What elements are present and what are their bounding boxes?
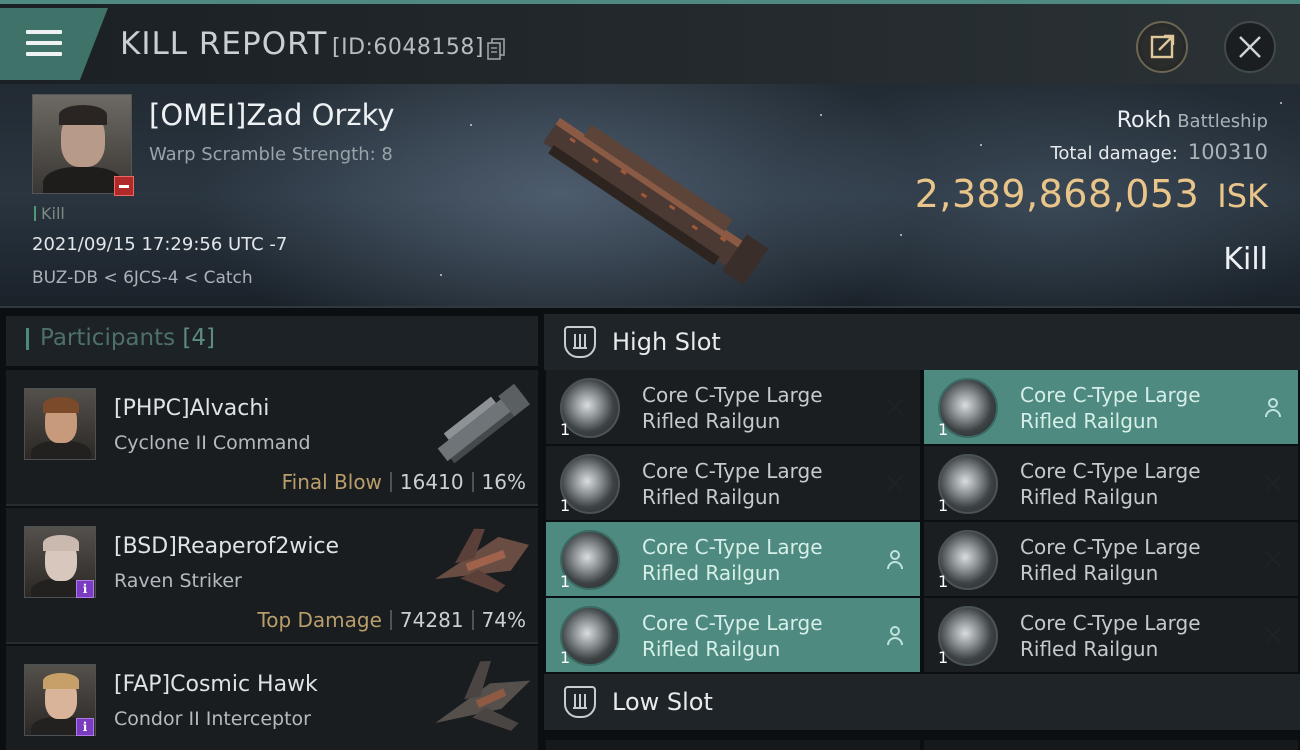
total-damage: Total damage: 100310: [1050, 140, 1268, 164]
participant-ship: Cyclone II Command: [114, 432, 311, 454]
destroyed-x-icon: [884, 396, 906, 418]
module-quantity: 1: [560, 648, 571, 667]
module-name: Core C-Type Large Rifled Railgun: [1020, 383, 1201, 433]
module-quantity: 1: [560, 496, 571, 515]
participant-ship: Raven Striker: [114, 570, 242, 592]
destroyed-x-icon: [1262, 472, 1284, 494]
module-name: Core C-Type Large Rifled Railgun: [642, 611, 823, 661]
participant-ship-image: [435, 661, 531, 731]
share-icon: [1150, 34, 1175, 59]
participant-row[interactable]: i [BSD]Reaperof2wice Raven Striker Top D…: [6, 508, 538, 644]
ship-name: Rokh: [1116, 108, 1172, 133]
copy-icon[interactable]: [487, 38, 505, 60]
participants-count: [4]: [182, 325, 216, 351]
close-button[interactable]: [1224, 21, 1276, 73]
ship-class: Battleship: [1177, 111, 1268, 132]
participants-header[interactable]: Participants [4]: [6, 316, 538, 366]
kill-location[interactable]: BUZ-DB < 6JCS-4 < Catch: [32, 268, 253, 288]
participant-damage: 16410: [399, 470, 464, 494]
info-badge-icon: i: [76, 718, 94, 736]
isk-value: 2,389,868,053 ISK: [914, 172, 1268, 216]
victim-ship[interactable]: Rokh Battleship: [1117, 108, 1268, 133]
high-slot-module[interactable]: 1 Core C-Type Large Rifled Railgun: [924, 522, 1298, 596]
info-badge-icon: i: [76, 580, 94, 598]
title-bar: KILL REPORT [ID:6048158]: [0, 0, 1300, 84]
module-name: Core C-Type Large Rifled Railgun: [642, 459, 823, 509]
kill-tag: Kill: [34, 204, 65, 223]
high-slot-module[interactable]: 1 Core C-Type Large Rifled Railgun: [924, 370, 1298, 444]
low-slot-header: Low Slot: [544, 674, 1300, 730]
participant-ship-image: [435, 528, 529, 593]
page-title: KILL REPORT: [120, 26, 328, 62]
module-quantity: 1: [560, 572, 571, 591]
destroyed-x-icon: [884, 472, 906, 494]
module-quantity: 1: [938, 496, 949, 515]
participants-title: Participants: [40, 325, 176, 351]
module-name: Core C-Type Large Rifled Railgun: [642, 383, 823, 433]
module-name: Core C-Type Large Rifled Railgun: [1020, 535, 1201, 585]
module-name: Core C-Type Large Rifled Railgun: [1020, 611, 1201, 661]
high-slot-module[interactable]: 1 Core C-Type Large Rifled Railgun: [546, 446, 920, 520]
participant-row[interactable]: i [FAP]Cosmic Hawk Condor II Interceptor: [6, 646, 538, 750]
participant-name: [FAP]Cosmic Hawk: [114, 672, 318, 697]
report-id: [ID:6048158]: [332, 35, 484, 60]
corp-badge-icon: [114, 176, 134, 196]
destroyed-x-icon: [1262, 548, 1284, 570]
participant-name: [PHPC]Alvachi: [114, 396, 270, 421]
high-slot-module[interactable]: 1 Core C-Type Large Rifled Railgun: [546, 598, 920, 672]
high-slot-icon: [564, 326, 596, 358]
high-slot-title: High Slot: [612, 328, 721, 356]
participant-percent: 74%: [481, 608, 526, 632]
participant-ship-image: [437, 383, 531, 464]
share-button[interactable]: [1136, 21, 1188, 73]
module-quantity: 1: [560, 420, 571, 439]
kill-datetime: 2021/09/15 17:29:56 UTC -7: [32, 234, 288, 255]
module-quantity: 1: [938, 572, 949, 591]
person-icon: [1262, 396, 1284, 418]
participant-stats: Top Damage 74281 74%: [257, 608, 526, 632]
result-label: Kill: [1223, 242, 1268, 277]
low-slot-title: Low Slot: [612, 688, 713, 716]
victim-name[interactable]: [OMEI]Zad Orzky: [149, 98, 395, 132]
final-blow-label: Final Blow: [281, 470, 382, 494]
close-icon: [1239, 36, 1261, 58]
person-icon: [884, 624, 906, 646]
high-slot-module[interactable]: 1 Core C-Type Large Rifled Railgun: [924, 598, 1298, 672]
participant-portrait[interactable]: [24, 388, 96, 460]
warp-scramble-strength: Warp Scramble Strength: 8: [149, 144, 393, 165]
module-quantity: 1: [938, 420, 949, 439]
person-icon: [884, 548, 906, 570]
victim-ship-image: [543, 117, 769, 286]
high-slot-header: High Slot: [544, 314, 1300, 370]
participant-ship: Condor II Interceptor: [114, 708, 311, 730]
module-name: Core C-Type Large Rifled Railgun: [642, 535, 823, 585]
menu-button[interactable]: [0, 8, 108, 80]
low-slot-module[interactable]: [924, 740, 1298, 750]
high-slot-module[interactable]: 1 Core C-Type Large Rifled Railgun: [924, 446, 1298, 520]
destroyed-x-icon: [1262, 624, 1284, 646]
participant-name: [BSD]Reaperof2wice: [114, 534, 340, 559]
module-name: Core C-Type Large Rifled Railgun: [1020, 459, 1201, 509]
top-damage-label: Top Damage: [257, 608, 382, 632]
participant-damage: 74281: [399, 608, 464, 632]
participant-percent: 16%: [481, 470, 526, 494]
high-slot-module[interactable]: 1 Core C-Type Large Rifled Railgun: [546, 370, 920, 444]
participant-row[interactable]: [PHPC]Alvachi Cyclone II Command Final B…: [6, 370, 538, 506]
victim-panel: [OMEI]Zad Orzky Warp Scramble Strength: …: [0, 84, 1300, 308]
low-slot-module[interactable]: [546, 740, 920, 750]
participant-stats: Final Blow 16410 16%: [282, 470, 526, 494]
low-slot-icon: [564, 686, 596, 718]
high-slot-module[interactable]: 1 Core C-Type Large Rifled Railgun: [546, 522, 920, 596]
module-quantity: 1: [938, 648, 949, 667]
